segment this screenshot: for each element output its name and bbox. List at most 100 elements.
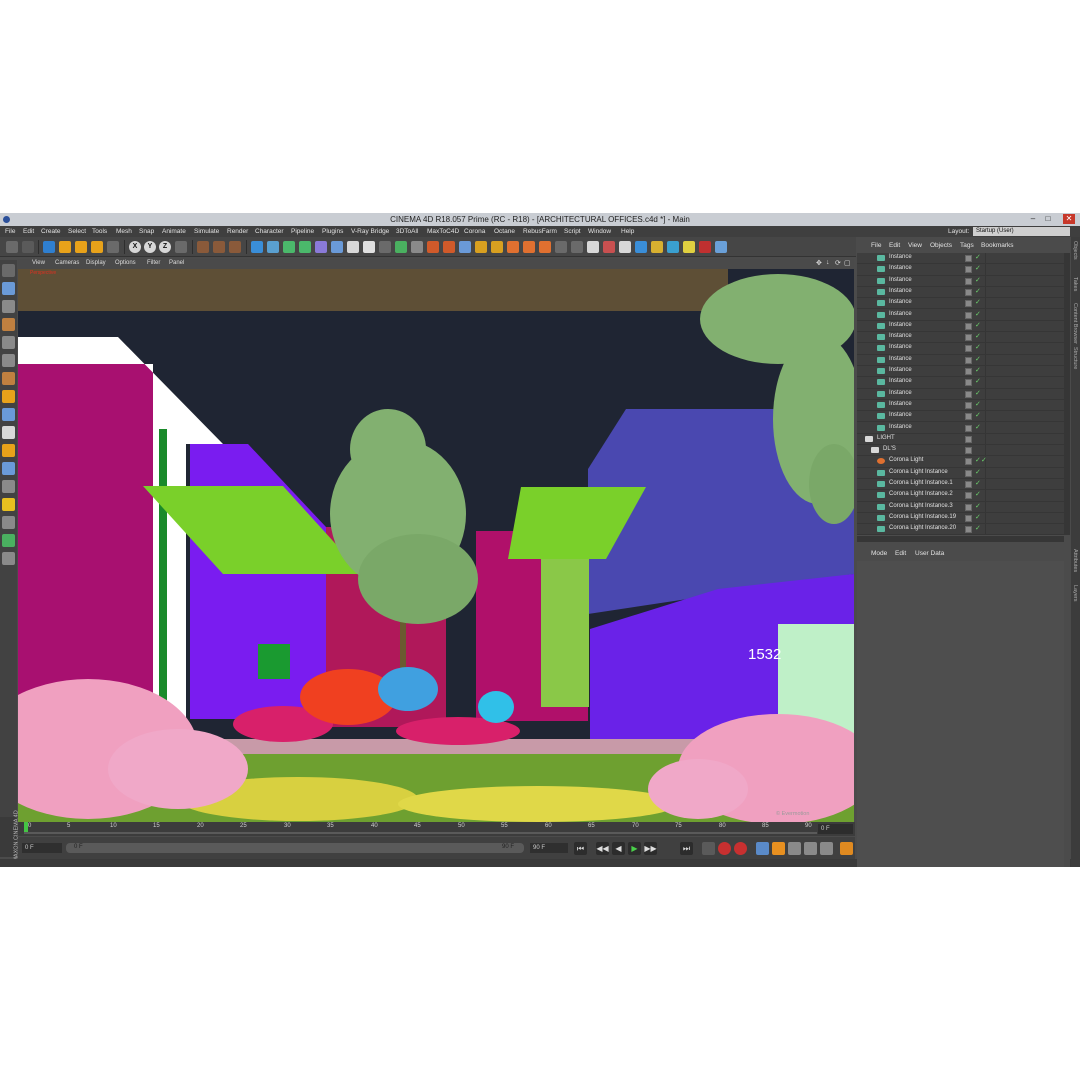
globe-icon[interactable] bbox=[667, 241, 679, 253]
play-button[interactable]: ▶ bbox=[628, 842, 641, 855]
close-button[interactable]: ✕ bbox=[1063, 214, 1075, 224]
visibility-flag[interactable] bbox=[965, 255, 972, 262]
visibility-flag[interactable] bbox=[965, 435, 972, 443]
menu-3dtoall[interactable]: 3DToAll bbox=[396, 228, 418, 235]
go-to-end-button[interactable]: ⏭ bbox=[680, 842, 693, 855]
object-list-vertical-scrollbar[interactable] bbox=[1064, 253, 1070, 535]
menu-corona[interactable]: Corona bbox=[464, 228, 485, 235]
timeline-window-icon[interactable] bbox=[840, 842, 853, 855]
visibility-flag[interactable] bbox=[965, 379, 972, 387]
menu-file[interactable]: File bbox=[5, 228, 15, 235]
list-item[interactable]: Instance ✓ bbox=[857, 287, 1064, 299]
visibility-flag[interactable] bbox=[965, 322, 972, 330]
list-item[interactable]: Instance ✓ bbox=[857, 400, 1064, 412]
tab-takes[interactable]: Takes bbox=[1072, 277, 1078, 291]
enabled-check-icon[interactable]: ✓ bbox=[975, 253, 981, 261]
enabled-check-icon[interactable]: ✓ bbox=[975, 355, 981, 363]
visibility-flag[interactable] bbox=[965, 447, 972, 455]
render-settings-icon[interactable] bbox=[229, 241, 241, 253]
shield-icon[interactable] bbox=[651, 241, 663, 253]
enabled-check-icon[interactable]: ✓ bbox=[975, 310, 981, 318]
pla-key-icon[interactable] bbox=[820, 842, 833, 855]
redo-icon[interactable] bbox=[22, 241, 34, 253]
corona-render-icon[interactable] bbox=[427, 241, 439, 253]
enabled-check-icon[interactable]: ✓ bbox=[975, 287, 981, 295]
parameter-key-icon[interactable] bbox=[804, 842, 817, 855]
list-item[interactable]: Instance ✓ bbox=[857, 253, 1064, 265]
keyframe-selection-icon[interactable] bbox=[734, 842, 747, 855]
menu-maxtoc4d[interactable]: MaxToC4D bbox=[427, 228, 459, 235]
render-region-icon[interactable] bbox=[587, 241, 599, 253]
z-axis-lock-button[interactable]: Z bbox=[159, 241, 171, 253]
end-frame-field[interactable]: 90 F bbox=[530, 843, 568, 853]
paint-icon[interactable] bbox=[2, 534, 15, 547]
enabled-check-icon[interactable]: ✓ bbox=[975, 411, 981, 419]
om-menu-file[interactable]: File bbox=[871, 242, 881, 249]
subdivision-icon[interactable] bbox=[283, 241, 295, 253]
enabled-check-icon[interactable]: ✓ bbox=[975, 366, 981, 374]
viewport-menu-filter[interactable]: Filter bbox=[147, 260, 160, 266]
visibility-flag[interactable] bbox=[965, 368, 972, 375]
enabled-check-icon[interactable]: ✓ bbox=[981, 456, 987, 464]
list-item[interactable]: Instance ✓ bbox=[857, 310, 1064, 321]
list-item[interactable]: Corona Light Instance.2 ✓ bbox=[857, 490, 1064, 502]
menu-simulate[interactable]: Simulate bbox=[194, 228, 219, 235]
visibility-flag[interactable] bbox=[965, 277, 972, 285]
visibility-flag[interactable] bbox=[965, 345, 972, 353]
tab-structure[interactable]: Structure bbox=[1072, 347, 1078, 369]
enabled-check-icon[interactable]: ✓ bbox=[975, 468, 981, 476]
zoom-view-icon[interactable]: ↓ bbox=[826, 259, 830, 266]
octane-icon[interactable] bbox=[395, 241, 407, 253]
enabled-check-icon[interactable]: ✓ bbox=[975, 400, 981, 408]
polygons-mode-icon[interactable] bbox=[2, 372, 15, 385]
menu-plugins[interactable]: Plugins bbox=[322, 228, 343, 235]
am-menu-edit[interactable]: Edit bbox=[895, 550, 906, 557]
menu-render[interactable]: Render bbox=[227, 228, 248, 235]
script-icon[interactable] bbox=[555, 241, 567, 253]
menu-window[interactable]: Window bbox=[588, 228, 611, 235]
points-mode-icon[interactable] bbox=[2, 336, 15, 349]
list-item[interactable]: Instance ✓ bbox=[857, 343, 1064, 355]
go-to-start-button[interactable]: ⏮ bbox=[574, 842, 587, 855]
list-item[interactable]: Instance ✓ bbox=[857, 264, 1064, 276]
magnet-icon[interactable] bbox=[2, 552, 15, 565]
visibility-flag[interactable] bbox=[965, 503, 972, 511]
move-tool-icon[interactable] bbox=[59, 241, 71, 253]
rebus-icon[interactable] bbox=[603, 241, 615, 253]
solo-icon[interactable] bbox=[2, 462, 15, 475]
y-axis-lock-button[interactable]: Y bbox=[144, 241, 156, 253]
enabled-check-icon[interactable]: ✓ bbox=[975, 513, 981, 521]
position-key-icon[interactable] bbox=[756, 842, 769, 855]
list-item[interactable]: DL'S bbox=[857, 445, 1064, 457]
record-keys-icon[interactable] bbox=[702, 842, 715, 855]
enabled-check-icon[interactable]: ✓ bbox=[975, 332, 981, 340]
render-view-icon[interactable] bbox=[197, 241, 209, 253]
record-icon[interactable] bbox=[699, 241, 711, 253]
viewer-icon[interactable] bbox=[619, 241, 631, 253]
om-menu-view[interactable]: View bbox=[908, 242, 922, 249]
scale-tool-icon[interactable] bbox=[75, 241, 87, 253]
coordinate-system-icon[interactable] bbox=[175, 241, 187, 253]
start-frame-field[interactable]: 0 F bbox=[22, 843, 62, 853]
material-icon[interactable] bbox=[635, 241, 647, 253]
corona-material-icon[interactable] bbox=[507, 241, 519, 253]
list-item[interactable]: Instance ✓ bbox=[857, 332, 1064, 344]
tool-icon[interactable] bbox=[411, 241, 423, 253]
tab-attributes[interactable]: Attributes bbox=[1072, 549, 1078, 572]
light-icon[interactable] bbox=[363, 241, 375, 253]
visibility-flag[interactable] bbox=[965, 458, 972, 466]
enabled-check-icon[interactable]: ✓ bbox=[975, 456, 981, 464]
enabled-check-icon[interactable]: ✓ bbox=[975, 377, 981, 385]
render-picture-viewer-icon[interactable] bbox=[213, 241, 225, 253]
check-icon[interactable] bbox=[715, 241, 727, 253]
tab-layers[interactable]: Layers bbox=[1072, 585, 1078, 602]
corona-ipr-icon[interactable] bbox=[443, 241, 455, 253]
maximize-button[interactable]: □ bbox=[1043, 214, 1053, 224]
menu-pipeline[interactable]: Pipeline bbox=[291, 228, 314, 235]
om-menu-tags[interactable]: Tags bbox=[960, 242, 974, 249]
list-item[interactable]: Corona Light Instance.3 ✓ bbox=[857, 502, 1064, 513]
visibility-flag[interactable] bbox=[965, 288, 972, 296]
viewport-menu-options[interactable]: Options bbox=[115, 260, 136, 266]
edges-mode-icon[interactable] bbox=[2, 354, 15, 367]
list-item[interactable]: Corona Light ✓ ✓ bbox=[857, 456, 1064, 468]
